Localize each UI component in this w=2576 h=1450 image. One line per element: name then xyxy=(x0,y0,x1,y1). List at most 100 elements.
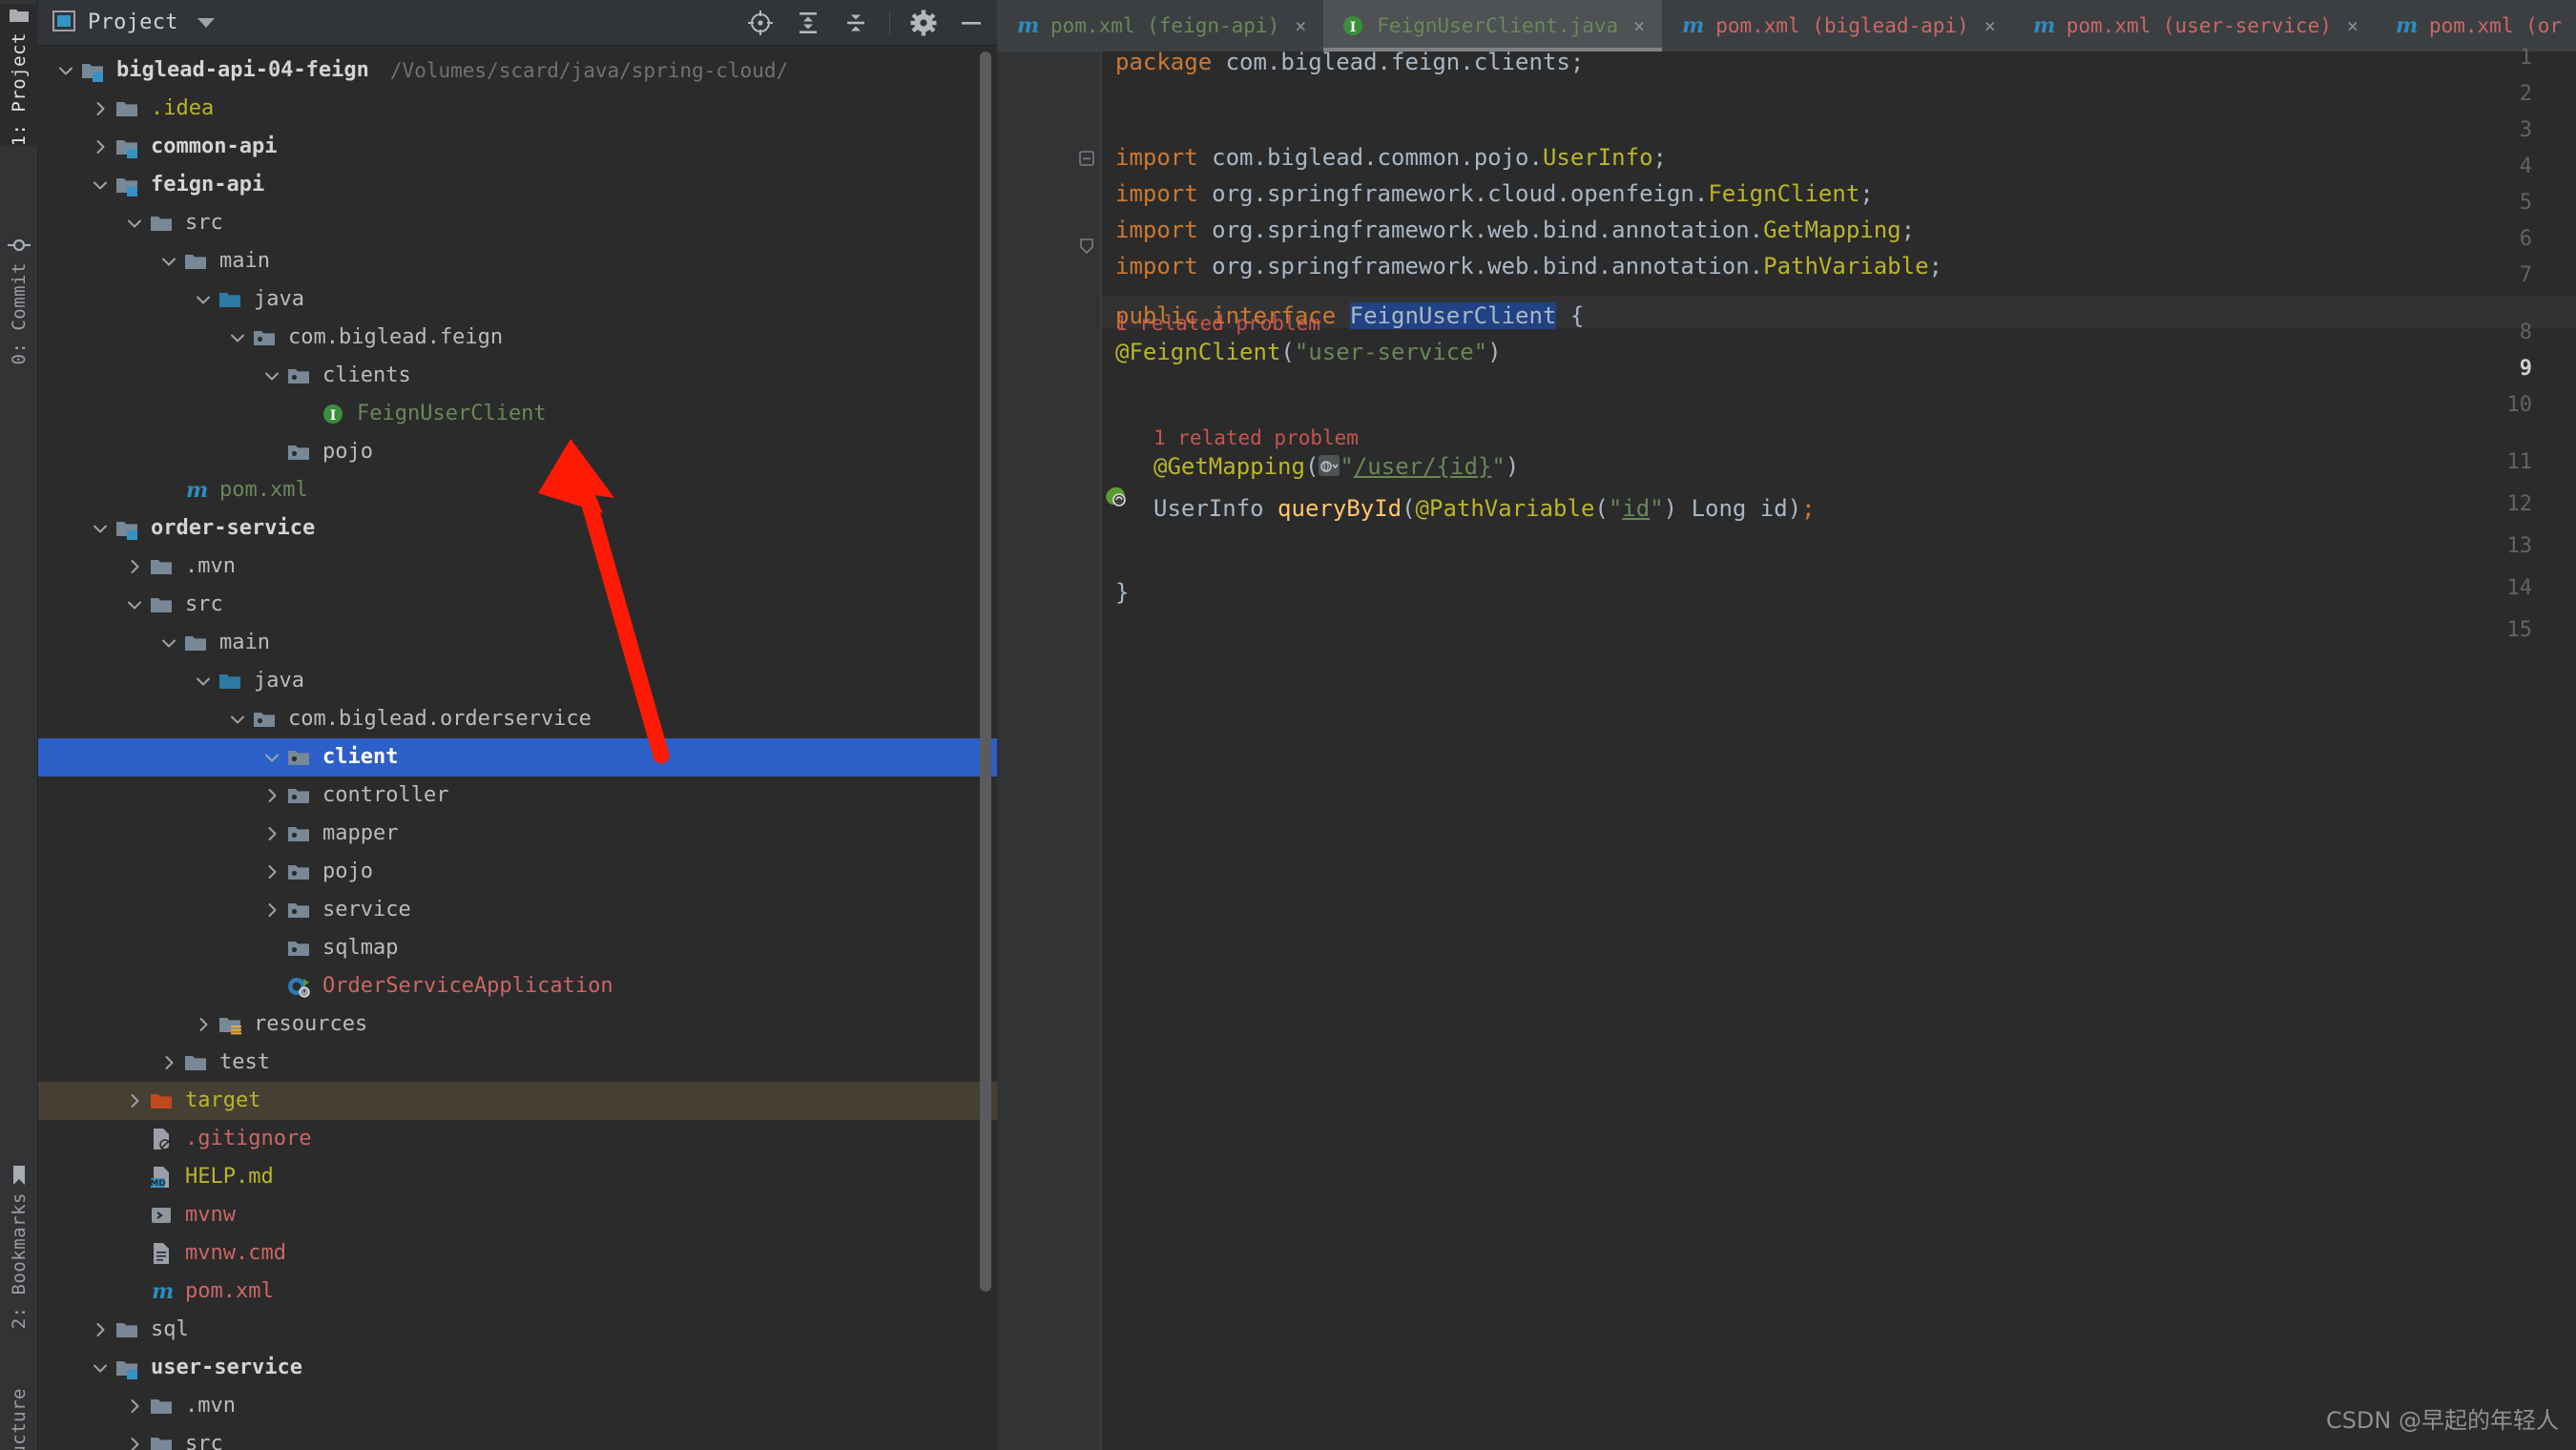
chevron-down-icon[interactable] xyxy=(88,509,113,548)
tree-node-mvnw-cmd[interactable]: mvnw.cmd xyxy=(38,1234,997,1273)
tree-node-common-api[interactable]: common-api xyxy=(38,128,997,166)
web-endpoint-icon[interactable] xyxy=(1319,455,1340,476)
chevron-right-icon[interactable] xyxy=(260,891,284,929)
chevron-right-icon[interactable] xyxy=(260,853,284,891)
locate-icon[interactable] xyxy=(746,9,775,37)
tree-node-java[interactable]: java xyxy=(38,662,997,700)
tree-node-main[interactable]: main xyxy=(38,624,997,662)
close-icon[interactable]: × xyxy=(1295,14,1306,37)
gear-icon[interactable] xyxy=(909,9,938,37)
chevron-right-icon[interactable] xyxy=(122,1082,147,1120)
tree-node-feign-api[interactable]: feign-api xyxy=(38,166,997,204)
editor-tab-pom-xml-user-service-[interactable]: mpom.xml (user-service)× xyxy=(2013,0,2376,52)
tree-node-pom-xml[interactable]: mpom.xml xyxy=(38,1273,997,1311)
chevron-down-icon[interactable] xyxy=(88,1349,113,1387)
toolwindow-button-bookmarks[interactable]: 2: Bookmarks xyxy=(0,1164,38,1329)
collapse-all-icon[interactable] xyxy=(841,9,870,37)
code-editor[interactable]: 1 2 3 4 5 6 7 8 9 10 11 12 13 14 15 xyxy=(997,52,2576,1450)
editor-tab-pom-xml-or[interactable]: mpom.xml (or xyxy=(2376,0,2576,52)
chevron-right-icon[interactable] xyxy=(156,1044,181,1082)
chevron-down-icon[interactable] xyxy=(197,18,215,28)
chevron-right-icon[interactable] xyxy=(260,815,284,853)
close-icon[interactable]: × xyxy=(2347,14,2358,37)
editor-tab-feignuserclient-java[interactable]: IFeignUserClient.java× xyxy=(1323,0,1662,52)
expand-all-icon[interactable] xyxy=(794,9,822,37)
tree-node-service[interactable]: service xyxy=(38,891,997,929)
chevron-down-icon[interactable] xyxy=(191,662,216,700)
fold-marker-icon[interactable] xyxy=(1079,151,1096,168)
tree-node-feignuserclient[interactable]: IFeignUserClient xyxy=(38,395,997,433)
tree-node-sqlmap[interactable]: sqlmap xyxy=(38,929,997,967)
tree-node-label: biglead-api-04-feign xyxy=(116,52,369,90)
tree-node-pom-xml[interactable]: mpom.xml xyxy=(38,471,997,509)
inlay-hint-related-problem[interactable]: 1 related problem xyxy=(1153,424,1359,452)
tree-node-com-biglead-feign[interactable]: com.biglead.feign xyxy=(38,319,997,357)
chevron-right-icon[interactable] xyxy=(122,1387,147,1425)
tree-node-mapper[interactable]: mapper xyxy=(38,815,997,853)
chevron-down-icon[interactable] xyxy=(260,738,284,777)
svg-text:m: m xyxy=(1017,13,1039,38)
tree-node-orderserviceapplication[interactable]: OrderServiceApplication xyxy=(38,967,997,1005)
tree-node-resources[interactable]: resources xyxy=(38,1005,997,1044)
tree-node-mvnw[interactable]: mvnw xyxy=(38,1196,997,1234)
chevron-down-icon[interactable] xyxy=(260,357,284,395)
tree-node-controller[interactable]: controller xyxy=(38,777,997,815)
url-path-literal[interactable]: /user/{id} xyxy=(1354,453,1492,480)
tree-node--mvn[interactable]: .mvn xyxy=(38,548,997,586)
close-icon[interactable]: × xyxy=(1633,14,1645,37)
tree-node-target[interactable]: target xyxy=(38,1082,997,1120)
tree-node-label: java xyxy=(254,280,304,319)
tree-node--mvn[interactable]: .mvn xyxy=(38,1387,997,1425)
chevron-down-icon[interactable] xyxy=(122,586,147,624)
tree-node-order-service[interactable]: order-service xyxy=(38,509,997,548)
tree-node-pojo[interactable]: pojo xyxy=(38,853,997,891)
tree-node-pojo[interactable]: pojo xyxy=(38,433,997,471)
project-tree-scrollbar[interactable] xyxy=(980,52,991,1301)
tree-node-main[interactable]: main xyxy=(38,242,997,280)
project-tree[interactable]: biglead-api-04-feign/Volumes/scard/java/… xyxy=(38,46,997,1450)
chevron-right-icon[interactable] xyxy=(191,1005,216,1044)
editor-gutter[interactable] xyxy=(997,52,1100,1450)
editor-tab-bar[interactable]: mpom.xml (feign-api)×IFeignUserClient.ja… xyxy=(997,0,2576,52)
chevron-down-icon[interactable] xyxy=(156,242,181,280)
chevron-down-icon[interactable] xyxy=(156,624,181,662)
chevron-down-icon[interactable] xyxy=(53,52,78,90)
tree-node-src[interactable]: src xyxy=(38,1425,997,1450)
tree-node-com-biglead-orderservice[interactable]: com.biglead.orderservice xyxy=(38,700,997,738)
chevron-right-icon[interactable] xyxy=(260,777,284,815)
chevron-down-icon[interactable] xyxy=(88,166,113,204)
tree-node--idea[interactable]: .idea xyxy=(38,90,997,128)
chevron-right-icon[interactable] xyxy=(122,548,147,586)
chevron-right-icon[interactable] xyxy=(88,128,113,166)
tree-node-biglead-api-04-feign[interactable]: biglead-api-04-feign/Volumes/scard/java/… xyxy=(38,52,997,90)
tree-node-src[interactable]: src xyxy=(38,586,997,624)
scrollbar-thumb[interactable] xyxy=(980,52,991,1292)
close-icon[interactable]: × xyxy=(1984,14,1996,37)
path-variable-name[interactable]: id xyxy=(1622,495,1650,522)
tree-node-test[interactable]: test xyxy=(38,1044,997,1082)
toolwindow-button-structure[interactable]: ucture xyxy=(0,1388,38,1450)
toolwindow-button-commit[interactable]: 0: Commit xyxy=(0,234,38,364)
selected-identifier[interactable]: FeignUserClient xyxy=(1350,302,1557,329)
fold-marker-end-icon[interactable] xyxy=(1079,238,1096,255)
tree-node--gitignore[interactable]: .gitignore xyxy=(38,1120,997,1158)
chevron-down-icon[interactable] xyxy=(225,319,250,357)
tree-node-src[interactable]: src xyxy=(38,204,997,242)
tree-node-java[interactable]: java xyxy=(38,280,997,319)
chevron-right-icon[interactable] xyxy=(88,1311,113,1349)
chevron-right-icon[interactable] xyxy=(88,90,113,128)
editor-tab-pom-xml-feign-api-[interactable]: mpom.xml (feign-api)× xyxy=(997,0,1323,52)
chevron-down-icon[interactable] xyxy=(191,280,216,319)
chevron-down-icon[interactable] xyxy=(225,700,250,738)
tree-node-help-md[interactable]: MDHELP.md xyxy=(38,1158,997,1196)
chevron-right-icon[interactable] xyxy=(122,1425,147,1450)
spring-bean-icon[interactable] xyxy=(1104,485,1129,509)
tree-node-client[interactable]: client xyxy=(38,738,997,777)
chevron-down-icon[interactable] xyxy=(122,204,147,242)
editor-tab-pom-xml-biglead-api-[interactable]: mpom.xml (biglead-api)× xyxy=(1662,0,2013,52)
tree-node-clients[interactable]: clients xyxy=(38,357,997,395)
tree-node-user-service[interactable]: user-service xyxy=(38,1349,997,1387)
minimize-icon[interactable] xyxy=(957,9,986,37)
tree-node-sql[interactable]: sql xyxy=(38,1311,997,1349)
toolwindow-button-project[interactable]: 1: Project xyxy=(0,4,38,146)
